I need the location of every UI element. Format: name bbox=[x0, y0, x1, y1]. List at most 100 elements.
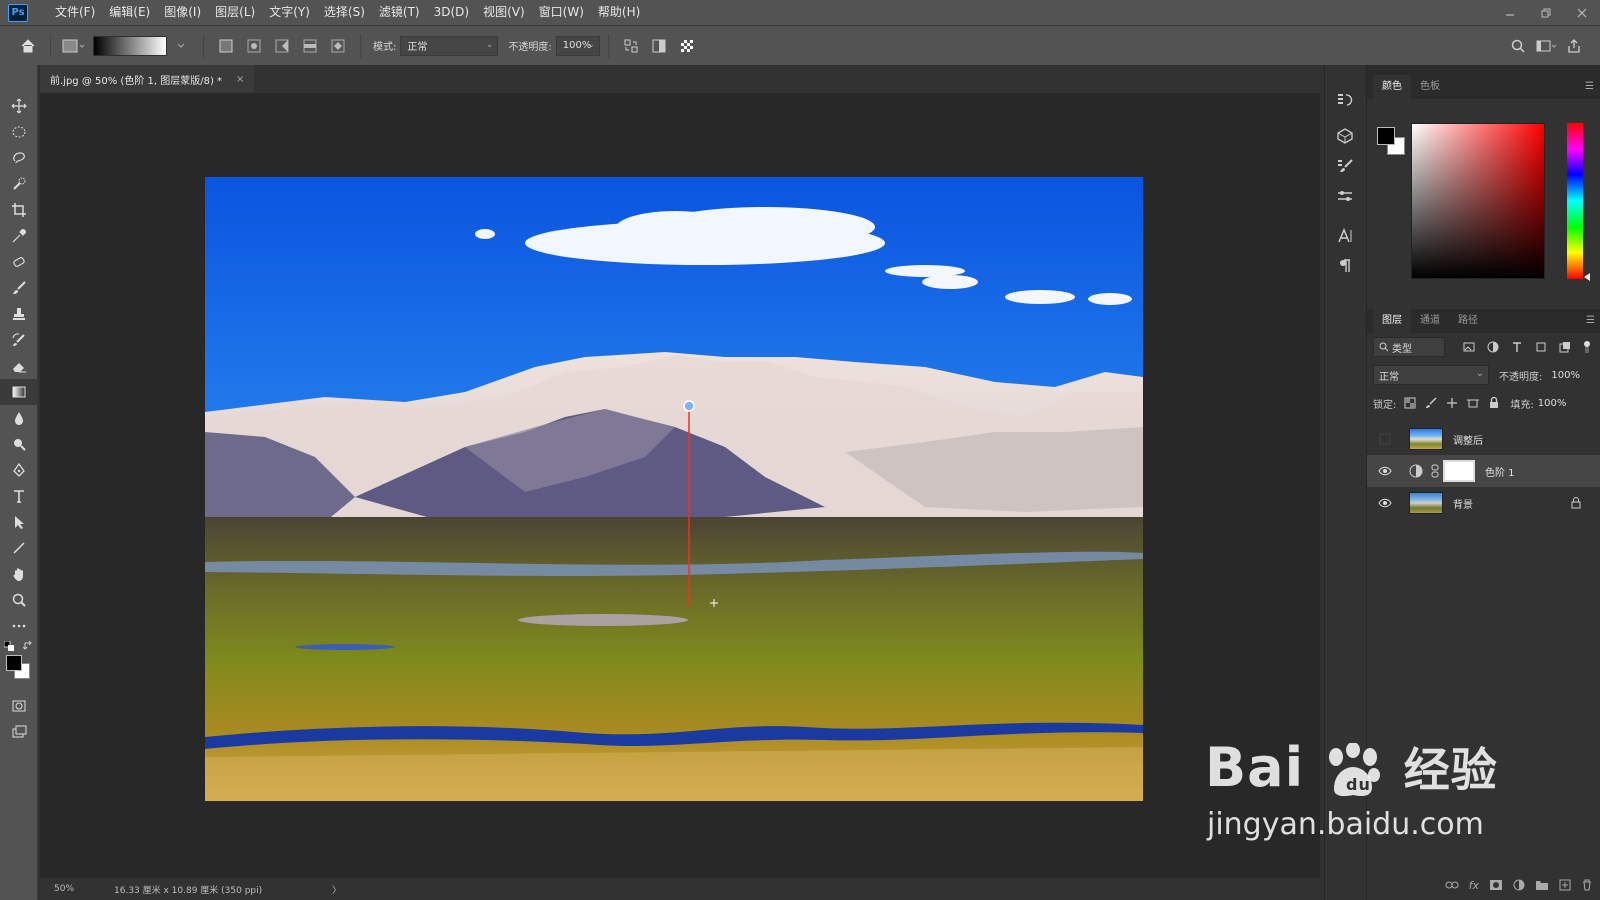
close-tab-icon[interactable]: × bbox=[236, 74, 244, 85]
delete-layer-icon[interactable] bbox=[1581, 879, 1593, 891]
linear-gradient-icon[interactable] bbox=[214, 34, 238, 58]
menu-window[interactable]: 窗口(W) bbox=[532, 0, 591, 25]
menu-3d[interactable]: 3D(D) bbox=[427, 0, 476, 25]
reflected-gradient-icon[interactable] bbox=[298, 34, 322, 58]
dodge-icon[interactable] bbox=[0, 431, 38, 457]
line-tool-icon[interactable] bbox=[0, 535, 38, 561]
tab-channels[interactable]: 通道 bbox=[1411, 309, 1449, 333]
layer-row-adjusted[interactable]: 调整后 bbox=[1367, 423, 1600, 455]
shape-filter-icon[interactable] bbox=[1535, 341, 1547, 353]
eyedropper-icon[interactable] bbox=[0, 223, 38, 249]
lock-image-icon[interactable] bbox=[1425, 397, 1437, 409]
menu-image[interactable]: 图像(I) bbox=[157, 0, 208, 25]
hue-slider-marker-icon[interactable] bbox=[1584, 273, 1592, 281]
healing-brush-icon[interactable] bbox=[0, 249, 38, 275]
tab-layers[interactable]: 图层 bbox=[1373, 309, 1411, 333]
mode-select[interactable]: 正常 ⌄ bbox=[400, 35, 499, 56]
radial-gradient-icon[interactable] bbox=[242, 34, 266, 58]
layer-filter-select[interactable]: 类型 bbox=[1373, 337, 1445, 357]
blur-icon[interactable] bbox=[0, 405, 38, 431]
quick-mask-icon[interactable] bbox=[0, 693, 38, 719]
gradient-tool-preset-icon[interactable] bbox=[61, 34, 85, 58]
visibility-toggle-off[interactable] bbox=[1375, 429, 1395, 449]
document-tab[interactable]: 前.jpg @ 50% (色阶 1, 图层蒙版/8) * × bbox=[40, 65, 255, 93]
reverse-icon[interactable] bbox=[619, 34, 643, 58]
restore-button[interactable] bbox=[1528, 0, 1564, 25]
menu-view[interactable]: 视图(V) bbox=[476, 0, 532, 25]
screen-mode-icon[interactable] bbox=[0, 719, 38, 745]
close-window-button[interactable] bbox=[1564, 0, 1600, 25]
new-group-icon[interactable] bbox=[1535, 879, 1549, 891]
panel-menu-icon[interactable]: ☰ bbox=[1585, 81, 1594, 92]
clone-stamp-icon[interactable] bbox=[0, 301, 38, 327]
tab-swatches[interactable]: 色板 bbox=[1411, 75, 1449, 99]
home-icon[interactable] bbox=[16, 34, 40, 58]
gradient-preview[interactable] bbox=[93, 35, 167, 56]
workspace-icon[interactable] bbox=[1534, 34, 1558, 58]
type-filter-icon[interactable] bbox=[1511, 341, 1523, 353]
panel-menu-icon[interactable]: ☰ bbox=[1586, 315, 1595, 326]
gradient-tool-icon[interactable] bbox=[0, 379, 38, 405]
minimize-button[interactable] bbox=[1492, 0, 1528, 25]
layer-style-icon[interactable]: fx bbox=[1469, 879, 1479, 892]
layer-mask-thumbnail[interactable] bbox=[1443, 460, 1475, 482]
tab-paths[interactable]: 路径 bbox=[1449, 309, 1487, 333]
link-layers-icon[interactable] bbox=[1445, 879, 1459, 891]
angle-gradient-icon[interactable] bbox=[270, 34, 294, 58]
opacity-field[interactable]: 100% ⌄ bbox=[555, 35, 600, 56]
filter-toggle-icon[interactable] bbox=[1583, 341, 1591, 353]
more-tools-icon[interactable] bbox=[0, 613, 38, 639]
diamond-gradient-icon[interactable] bbox=[326, 34, 350, 58]
new-layer-icon[interactable] bbox=[1559, 879, 1571, 891]
zoom-icon[interactable] bbox=[0, 587, 38, 613]
fill-value[interactable]: 100% bbox=[1538, 398, 1567, 409]
add-mask-icon[interactable] bbox=[1489, 879, 1503, 891]
foreground-color-swatch[interactable] bbox=[1377, 127, 1395, 145]
move-tool-icon[interactable] bbox=[0, 93, 38, 119]
menu-help[interactable]: 帮助(H) bbox=[591, 0, 647, 25]
foreground-color-swatch[interactable] bbox=[6, 655, 22, 671]
new-adjustment-layer-icon[interactable] bbox=[1513, 879, 1525, 891]
zoom-level[interactable]: 50% bbox=[54, 884, 114, 894]
menu-filter[interactable]: 滤镜(T) bbox=[372, 0, 427, 25]
3d-panel-icon[interactable] bbox=[1325, 121, 1365, 151]
lock-transparent-icon[interactable] bbox=[1404, 397, 1416, 409]
crop-icon[interactable] bbox=[0, 197, 38, 223]
pixel-filter-icon[interactable] bbox=[1463, 341, 1475, 353]
menu-layer[interactable]: 图层(L) bbox=[208, 0, 262, 25]
brush-icon[interactable] bbox=[0, 275, 38, 301]
brush-settings-icon[interactable] bbox=[1325, 151, 1365, 181]
status-menu-arrow[interactable]: 〉 bbox=[332, 883, 341, 896]
paragraph-panel-icon[interactable] bbox=[1325, 251, 1365, 281]
pen-icon[interactable] bbox=[0, 457, 38, 483]
layer-row-background[interactable]: 背景 bbox=[1367, 487, 1600, 519]
dither-icon[interactable] bbox=[647, 34, 671, 58]
search-icon[interactable] bbox=[1506, 34, 1530, 58]
layer-row-levels[interactable]: 色阶 1 bbox=[1367, 455, 1600, 487]
quick-selection-icon[interactable] bbox=[0, 171, 38, 197]
lock-position-icon[interactable] bbox=[1446, 397, 1458, 409]
eye-icon[interactable] bbox=[1375, 461, 1395, 481]
swap-colors-icon[interactable] bbox=[23, 641, 33, 651]
default-colors-icon[interactable] bbox=[4, 641, 14, 651]
chevron-down-icon[interactable] bbox=[169, 34, 193, 58]
menu-file[interactable]: 文件(F) bbox=[48, 0, 102, 25]
blend-mode-select[interactable]: 正常 ⌄ bbox=[1373, 365, 1489, 385]
tab-color[interactable]: 颜色 bbox=[1373, 75, 1411, 99]
color-picker-field[interactable] bbox=[1411, 123, 1545, 279]
history-panel-icon[interactable] bbox=[1325, 85, 1365, 115]
menu-select[interactable]: 选择(S) bbox=[317, 0, 372, 25]
type-tool-icon[interactable] bbox=[0, 483, 38, 509]
elliptical-marquee-icon[interactable] bbox=[0, 119, 38, 145]
lock-all-icon[interactable] bbox=[1488, 397, 1500, 409]
adjustments-panel-icon[interactable] bbox=[1325, 181, 1365, 211]
eraser-icon[interactable] bbox=[0, 353, 38, 379]
eye-icon[interactable] bbox=[1375, 493, 1395, 513]
lasso-icon[interactable] bbox=[0, 145, 38, 171]
canvas[interactable] bbox=[205, 177, 1143, 801]
smart-object-filter-icon[interactable] bbox=[1559, 341, 1571, 353]
adjustment-filter-icon[interactable] bbox=[1487, 341, 1499, 353]
lock-artboard-icon[interactable] bbox=[1467, 397, 1480, 409]
menu-type[interactable]: 文字(Y) bbox=[262, 0, 317, 25]
layer-opacity-field[interactable]: 100% bbox=[1546, 365, 1588, 385]
